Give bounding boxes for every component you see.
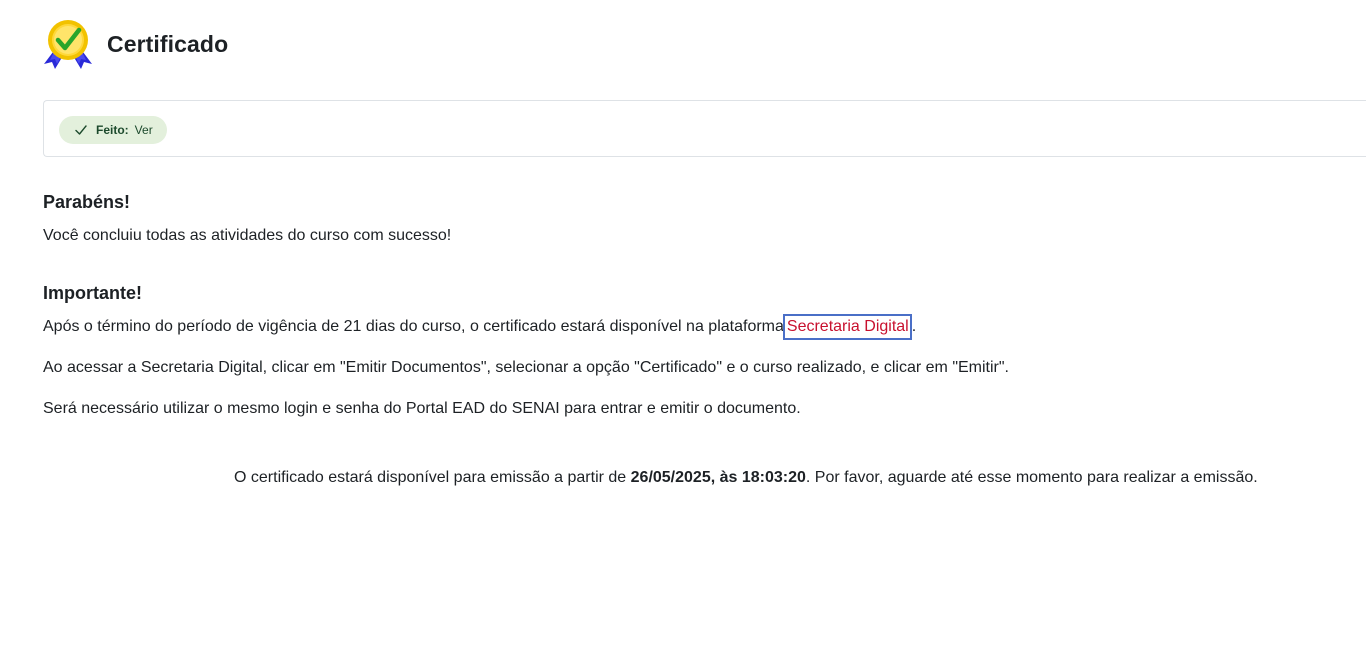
availability-platform-text: Após o término do período de vigência de…: [43, 314, 1343, 340]
availability-suffix: . Por favor, aguarde até esse momento pa…: [805, 469, 1258, 486]
page-title: Certificado: [107, 30, 229, 57]
availability-prefix: O certificado estará disponível para emi…: [234, 469, 631, 486]
completion-badge[interactable]: Feito: Ver: [59, 116, 167, 144]
important-heading: Importante!: [43, 283, 142, 303]
page: Certificado Feito: Ver Parabéns! Você co…: [0, 0, 1366, 648]
completion-status-value: Ver: [134, 123, 153, 137]
check-icon: [75, 125, 87, 135]
platform-text-prefix: Após o término do período de vigência de…: [43, 318, 784, 335]
instructions-text: Ao acessar a Secretaria Digital, clicar …: [43, 359, 1009, 376]
availability-datetime: 26/05/2025, às 18:03:20: [630, 469, 806, 486]
platform-text-suffix: .: [911, 318, 917, 335]
availability-notice: O certificado estará disponível para emi…: [234, 466, 1258, 490]
login-instructions-text: Será necessário utilizar o mesmo login e…: [43, 400, 801, 417]
page-header: Certificado: [42, 18, 228, 70]
congrats-text: Você concluiu todas as atividades do cur…: [43, 227, 452, 244]
secretaria-link-focus: Secretaria Digital: [782, 314, 912, 340]
completion-info-box: Feito: Ver: [43, 100, 1366, 157]
certificate-award-icon: [44, 20, 92, 69]
completion-status-label: Feito:: [96, 123, 129, 137]
secretaria-digital-link[interactable]: Secretaria Digital: [787, 318, 909, 335]
certificate-content: Parabéns! Você concluiu todas as ativida…: [43, 190, 1343, 421]
congrats-heading: Parabéns!: [43, 192, 131, 212]
